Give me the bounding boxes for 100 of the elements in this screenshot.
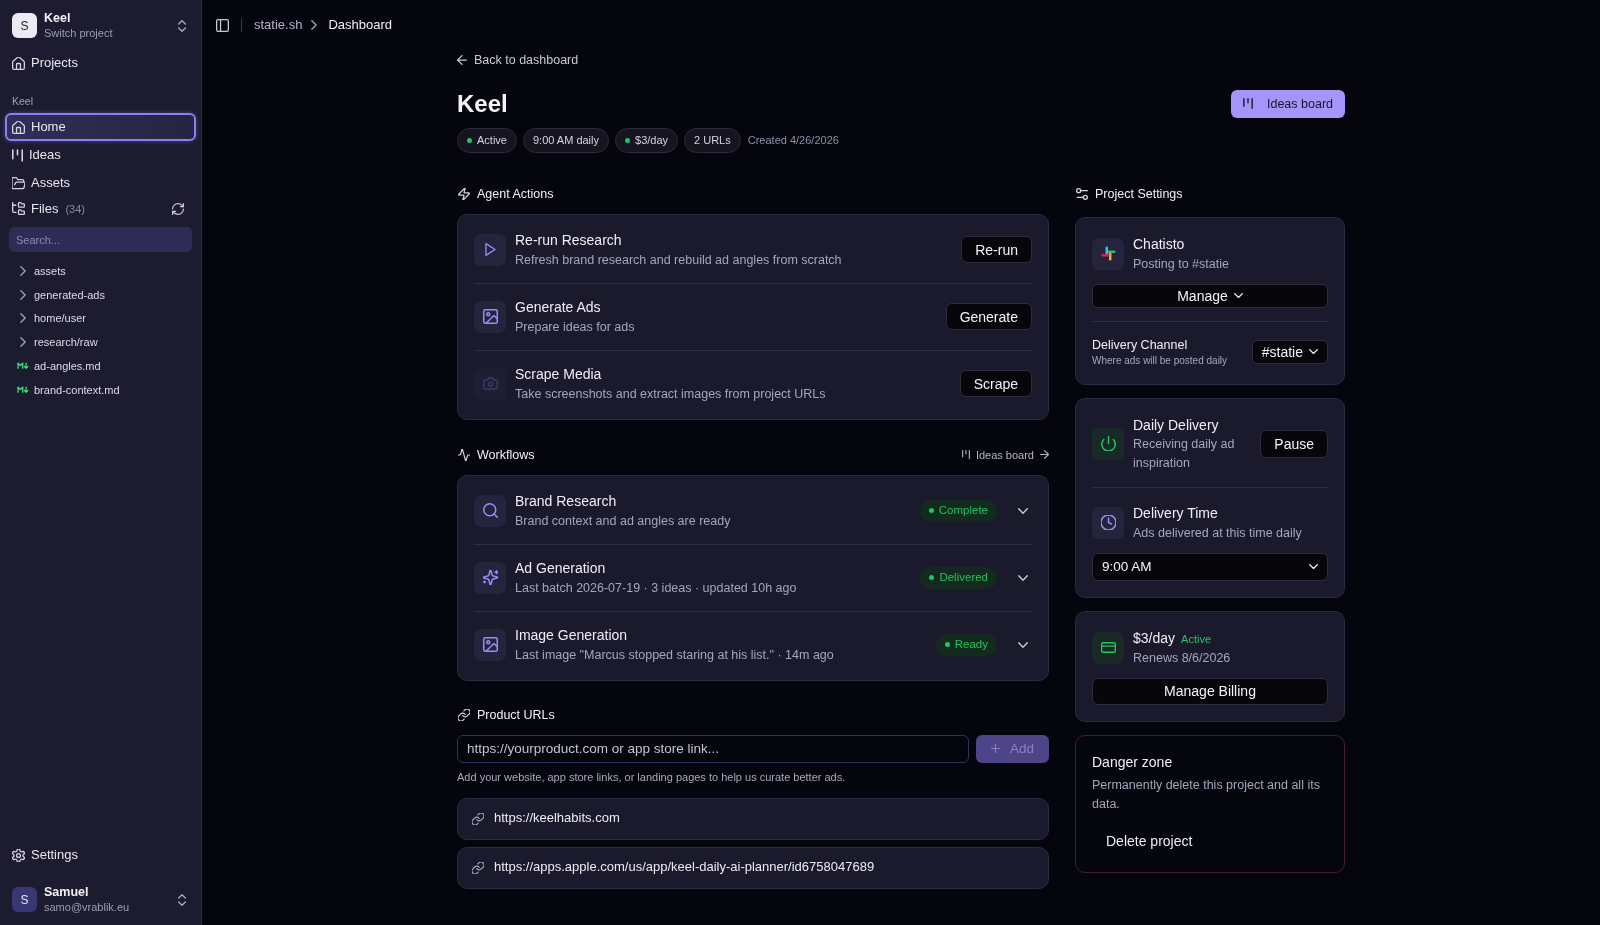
workflow-description: Last batch 2026-07-19 · 3 ideas · updated 10h ago bbox=[515, 579, 797, 597]
action-description: Prepare ideas for ads bbox=[515, 318, 635, 336]
project-name: Keel bbox=[44, 11, 72, 26]
sliders-icon bbox=[1076, 187, 1088, 200]
plan-price: $3/day bbox=[1133, 628, 1176, 648]
status-dot-icon bbox=[467, 137, 472, 143]
chevron-up-down-icon[interactable] bbox=[178, 893, 186, 906]
kanban-icon bbox=[12, 148, 23, 162]
pause-button[interactable]: Pause bbox=[1260, 429, 1328, 458]
status-label: Complete bbox=[938, 503, 988, 519]
chevron-down-icon[interactable] bbox=[1018, 641, 1028, 648]
chevron-down-icon bbox=[1233, 293, 1243, 299]
hash-logo-icon bbox=[1092, 237, 1124, 270]
ideas-board-link[interactable]: Ideas board bbox=[961, 447, 1049, 463]
status-dot-icon bbox=[928, 508, 934, 514]
action-title: Scrape Media bbox=[515, 364, 603, 384]
chevron-right-icon bbox=[20, 337, 26, 348]
action-button[interactable]: Scrape bbox=[959, 370, 1032, 398]
kanban-icon bbox=[961, 450, 970, 460]
integration-subtitle: Posting to #statie bbox=[1133, 255, 1229, 273]
channel-select[interactable]: #statie bbox=[1251, 339, 1328, 364]
files-nav-item[interactable]: Files (34) bbox=[12, 200, 85, 218]
pulse-icon bbox=[458, 448, 470, 461]
plus-icon bbox=[991, 744, 1000, 754]
play-icon bbox=[474, 233, 506, 266]
action-title: Generate Ads bbox=[515, 297, 602, 317]
search-icon bbox=[474, 494, 506, 527]
status-dot-icon bbox=[625, 137, 630, 143]
kanban-icon bbox=[1242, 98, 1253, 110]
chevron-down-icon[interactable] bbox=[1018, 507, 1028, 514]
folder-item[interactable]: assets bbox=[5, 259, 196, 283]
project-avatar: S bbox=[12, 13, 37, 38]
image-icon bbox=[474, 300, 506, 333]
badge-label: $3/day bbox=[635, 133, 669, 148]
folder-item[interactable]: generated-ads bbox=[5, 282, 196, 307]
chevron-down-icon bbox=[1309, 349, 1318, 355]
settings-icon bbox=[12, 848, 25, 862]
renewal-date: Renews 8/6/2026 bbox=[1133, 649, 1231, 667]
ideas-board-button[interactable]: Ideas board bbox=[1230, 89, 1345, 118]
status-label: Delivered bbox=[939, 570, 988, 586]
sparkle-icon bbox=[474, 561, 506, 594]
delete-project-button[interactable]: Delete project bbox=[1092, 825, 1207, 856]
action-description: Refresh brand research and rebuild ad angles from scratch bbox=[515, 251, 842, 269]
clock-icon bbox=[1092, 506, 1124, 539]
project-subtitle: Switch project bbox=[44, 26, 113, 40]
action-button[interactable]: Re-run bbox=[961, 236, 1032, 264]
nav-item[interactable]: Home bbox=[5, 113, 196, 141]
nav-item[interactable]: Assets bbox=[5, 169, 196, 197]
page-title: Keel bbox=[457, 89, 508, 118]
chevron-down-icon[interactable] bbox=[1018, 574, 1028, 581]
action-button[interactable]: Generate bbox=[945, 303, 1032, 331]
badge-label: Active bbox=[477, 133, 507, 148]
link-icon bbox=[472, 812, 484, 825]
badge-label: 9:00 AM daily bbox=[532, 133, 599, 148]
house-icon bbox=[12, 56, 25, 70]
folder-item[interactable]: research/raw bbox=[5, 330, 196, 355]
chevron-right-icon bbox=[20, 265, 26, 276]
badge-label: 2 URLs bbox=[694, 133, 731, 148]
time-select[interactable]: 9:00 AM bbox=[1092, 552, 1328, 581]
workflow-title: Image Generation bbox=[515, 625, 629, 645]
refresh-icon[interactable] bbox=[172, 203, 184, 215]
status-dot-icon bbox=[944, 642, 950, 648]
search-field[interactable]: Search... bbox=[9, 227, 192, 252]
file-item[interactable]: ad-angles.md bbox=[5, 354, 196, 378]
time-title: Delivery Time bbox=[1133, 503, 1219, 523]
channel-label: Delivery Channel bbox=[1092, 336, 1189, 354]
user-name: Samuel bbox=[44, 885, 90, 900]
lightning-icon bbox=[458, 187, 470, 200]
workflow-title: Ad Generation bbox=[515, 558, 607, 578]
breadcrumb-link[interactable]: statie.sh bbox=[254, 16, 303, 34]
action-title: Re-run Research bbox=[515, 230, 623, 250]
plan-status: Active bbox=[1181, 631, 1211, 647]
panel-icon[interactable] bbox=[216, 18, 229, 32]
url-text: https://apps.apple.com/us/app/keel-daily-ai-planner/id6758047689 bbox=[494, 859, 875, 877]
manage-button[interactable]: Manage bbox=[1092, 283, 1328, 308]
camera-icon bbox=[474, 367, 506, 400]
section-label: Keel bbox=[11, 94, 34, 108]
back-link[interactable]: Back to dashboard bbox=[457, 51, 579, 69]
folder-icon bbox=[12, 176, 25, 190]
sidebar-link[interactable]: Settings bbox=[5, 841, 196, 869]
chevron-up-down-icon[interactable] bbox=[178, 19, 186, 32]
delivery-description: Receiving daily ad inspiration bbox=[1133, 435, 1236, 472]
action-description: Take screenshots and extract images from project URLs bbox=[515, 385, 826, 403]
image-icon bbox=[474, 628, 506, 661]
nav-item[interactable]: Ideas bbox=[5, 141, 196, 169]
chevron-right-icon bbox=[311, 20, 318, 30]
sidebar-link[interactable]: Projects bbox=[5, 49, 196, 77]
status-dot-icon bbox=[929, 575, 935, 581]
credit-card-icon bbox=[1092, 631, 1124, 664]
folder-item[interactable]: home/user bbox=[5, 306, 196, 331]
link-icon bbox=[472, 861, 484, 874]
chevron-right-icon bbox=[20, 313, 26, 324]
file-item[interactable]: brand-context.md bbox=[5, 378, 196, 402]
breadcrumb-current: Dashboard bbox=[328, 16, 393, 34]
manage-billing-button[interactable]: Manage Billing bbox=[1092, 677, 1328, 705]
workflow-description: Brand context and ad angles are ready bbox=[515, 512, 731, 530]
workflow-title: Brand Research bbox=[515, 491, 618, 511]
file-count: (34) bbox=[65, 201, 85, 217]
url-input[interactable]: https://yourproduct.com or app store link... bbox=[457, 734, 969, 763]
channel-hint: Where ads will be posted daily bbox=[1092, 353, 1229, 368]
